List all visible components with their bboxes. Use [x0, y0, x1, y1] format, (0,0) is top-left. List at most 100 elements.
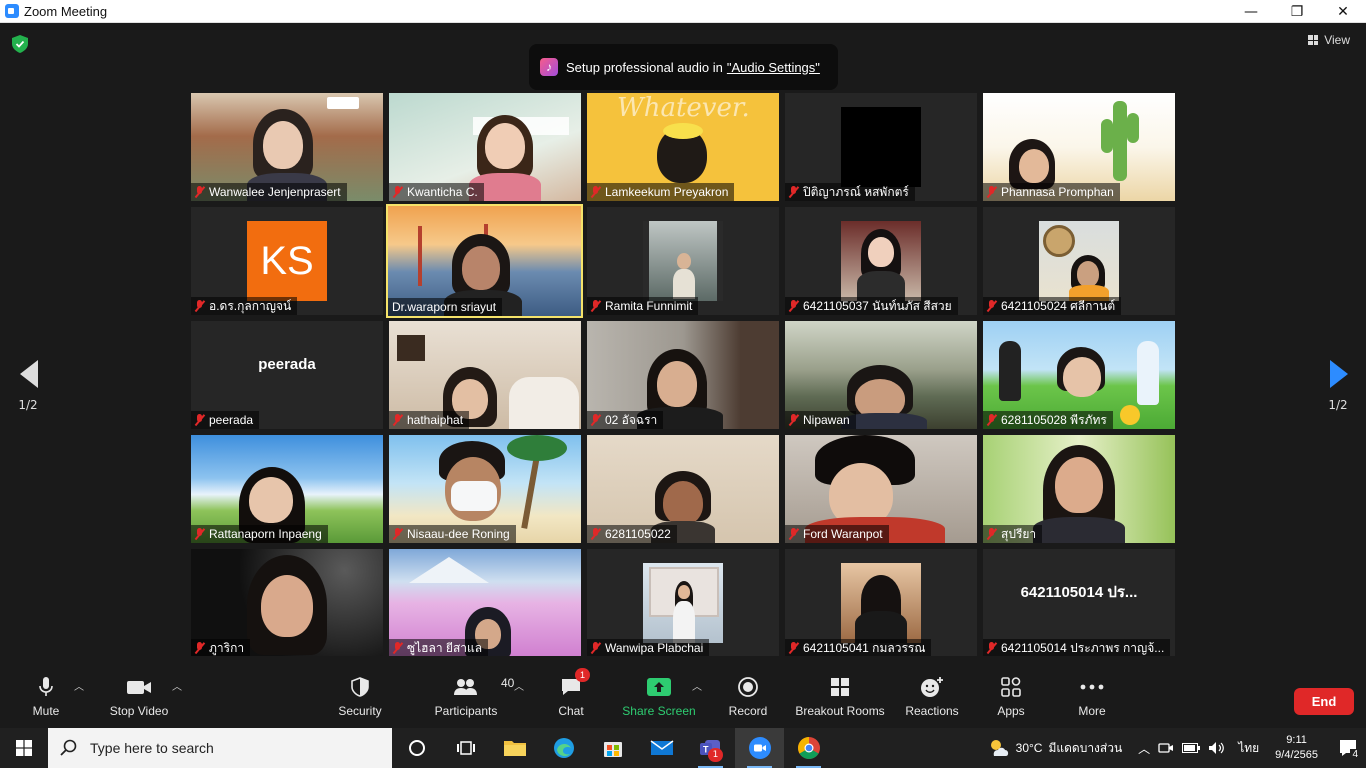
video-tile[interactable]: 6281105028 พีรภัทร — [983, 321, 1175, 429]
mic-muted-icon — [591, 414, 601, 426]
windows-taskbar: Type here to search T1 30°C มีแดดบางส่วน… — [0, 728, 1366, 768]
chat-label: Chat — [558, 704, 584, 718]
cortana-button[interactable] — [392, 728, 441, 768]
video-tile-active-speaker[interactable]: Dr.waraporn sriayut — [386, 204, 583, 318]
mail-envelope-icon — [650, 740, 673, 755]
participants-options-caret-icon[interactable]: ︿ — [514, 678, 524, 693]
participant-name: Wanwalee Jenjenprasert — [191, 183, 347, 201]
window-title: Zoom Meeting — [24, 3, 108, 19]
previous-page-button[interactable]: 1/2 — [18, 360, 38, 412]
mic-muted-icon — [789, 642, 799, 654]
video-tile[interactable]: Ramita Funnimit — [587, 207, 779, 315]
video-tile[interactable]: peerada peerada — [191, 321, 383, 429]
record-icon — [738, 677, 758, 697]
video-tile[interactable]: hathaiphat — [389, 321, 581, 429]
security-button[interactable]: Security — [334, 664, 386, 720]
toast-text: Setup professional audio in — [566, 59, 723, 75]
title-bar: Zoom Meeting — ❐ ✕ — [0, 0, 1366, 23]
video-tile[interactable]: 02 อัจฉรา — [587, 321, 779, 429]
stop-video-button[interactable]: Stop Video — [104, 664, 174, 720]
video-options-caret-icon[interactable]: ︿ — [172, 678, 182, 693]
close-button[interactable]: ✕ — [1320, 0, 1366, 23]
system-clock[interactable]: 9:11 9/4/2565 — [1275, 733, 1318, 763]
participant-name: Wanwipa Plabchai — [587, 639, 710, 657]
mute-button[interactable]: Mute — [26, 664, 66, 720]
breakout-rooms-button[interactable]: Breakout Rooms — [794, 664, 886, 720]
teams-button[interactable]: T1 — [686, 728, 735, 768]
video-tile[interactable]: Wanwalee Jenjenprasert — [191, 93, 383, 201]
video-tile[interactable]: 6421105037 นันท์นภัส สีสวย — [785, 207, 977, 315]
store-icon — [603, 742, 622, 757]
more-dots-icon — [1080, 684, 1104, 690]
participant-name: peerada — [191, 411, 260, 429]
video-tile[interactable]: ปิติญาภรณ์ หสพักตร์ — [785, 93, 977, 201]
mail-button[interactable] — [637, 728, 686, 768]
participant-name: Phannasa Promphan — [983, 183, 1120, 201]
windows-logo-icon — [16, 740, 32, 756]
apps-button[interactable]: Apps — [994, 664, 1028, 720]
record-button[interactable]: Record — [726, 664, 770, 720]
audio-options-caret-icon[interactable]: ︿ — [74, 678, 84, 693]
emoji-plus-icon — [921, 677, 943, 697]
restore-button[interactable]: ❐ — [1274, 0, 1320, 23]
participant-display-name: 6421105014 ปร... — [1020, 584, 1138, 601]
video-tile[interactable]: Kwanticha C. — [389, 93, 581, 201]
video-tile[interactable]: Wanwipa Plabchai — [587, 549, 779, 657]
mic-muted-icon — [987, 300, 997, 312]
video-tile[interactable]: Nisaau-dee Roning — [389, 435, 581, 543]
participants-count: 40 — [501, 676, 515, 690]
participant-display-name: peerada — [258, 355, 316, 373]
battery-icon[interactable] — [1182, 743, 1201, 753]
mic-muted-icon — [195, 300, 205, 312]
video-tile[interactable]: 6421105014 ปร... 6421105014 ประภาพร กาญจ… — [983, 549, 1175, 657]
mic-muted-icon — [789, 300, 799, 312]
more-button[interactable]: More — [1074, 664, 1110, 720]
show-hidden-icons-caret-icon[interactable]: ︿ — [1134, 740, 1154, 757]
meet-now-icon[interactable] — [1158, 741, 1174, 755]
video-tile[interactable]: 6421105024 ศลีกานต์ — [983, 207, 1175, 315]
participant-avatar: KS — [247, 221, 327, 301]
video-tile[interactable]: 6281105022 — [587, 435, 779, 543]
participant-name: 6421105014 ประภาพร กาญจ้... — [983, 639, 1171, 657]
more-label: More — [1078, 704, 1106, 718]
weather-description: มีแดดบางส่วน — [1048, 740, 1123, 755]
video-tile[interactable]: KS อ.ดร.กุลกาญจน์ — [191, 207, 383, 315]
participants-button[interactable]: 40 Participants — [432, 664, 515, 720]
video-tile[interactable]: ซูไฮลา ยีสาแล — [389, 549, 581, 657]
share-options-caret-icon[interactable]: ︿ — [692, 678, 702, 693]
chrome-button[interactable] — [784, 728, 833, 768]
notification-center-button[interactable]: 4 — [1330, 728, 1366, 768]
video-tile[interactable]: 6421105041 กมลวรรณ — [785, 549, 977, 657]
share-screen-button[interactable]: Share Screen — [622, 664, 696, 720]
input-language[interactable]: ไทย — [1238, 739, 1259, 758]
video-tile[interactable]: สุปรียา — [983, 435, 1175, 543]
minimize-button[interactable]: — — [1228, 0, 1274, 23]
end-meeting-button[interactable]: End — [1294, 688, 1354, 715]
video-tile[interactable]: Nipawan — [785, 321, 977, 429]
zoom-app-icon — [748, 737, 771, 759]
edge-browser-button[interactable] — [539, 728, 588, 768]
task-view-button[interactable] — [441, 728, 490, 768]
volume-icon[interactable] — [1208, 741, 1226, 755]
view-button[interactable]: View — [1308, 33, 1350, 47]
video-tile[interactable]: Whatever. Lamkeekum Preyakron — [587, 93, 779, 201]
reactions-button[interactable]: Reactions — [902, 664, 962, 720]
video-tile[interactable]: Ford Waranpot — [785, 435, 977, 543]
mic-muted-icon — [591, 300, 601, 312]
encryption-shield-icon[interactable] — [12, 35, 28, 53]
file-explorer-button[interactable] — [490, 728, 539, 768]
start-button[interactable] — [0, 728, 48, 768]
microsoft-store-button[interactable] — [588, 728, 637, 768]
video-tile[interactable]: ภูาริกา — [191, 549, 383, 657]
arrow-left-icon — [20, 360, 38, 388]
video-tile[interactable]: Rattanaporn Inpaeng — [191, 435, 383, 543]
video-tile[interactable]: Phannasa Promphan — [983, 93, 1175, 201]
chat-button[interactable]: 1 Chat — [554, 664, 590, 720]
next-page-button[interactable]: 1/2 — [1328, 360, 1348, 412]
temperature: 30°C — [1015, 741, 1043, 755]
weather-widget[interactable]: 30°C มีแดดบางส่วน — [988, 738, 1123, 758]
taskbar-search-box[interactable]: Type here to search — [48, 728, 392, 768]
zoom-taskbar-button[interactable] — [735, 728, 784, 768]
audio-settings-link[interactable]: "Audio Settings" — [727, 60, 820, 75]
mic-muted-icon — [393, 186, 403, 198]
